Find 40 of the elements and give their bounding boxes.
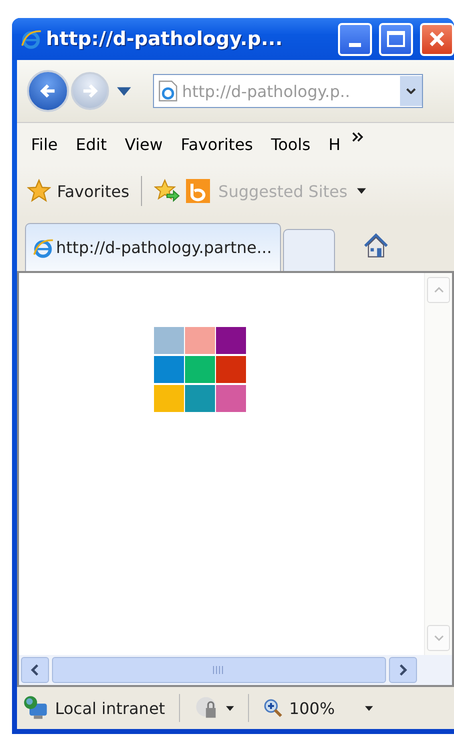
menu-item[interactable]: View bbox=[124, 134, 163, 154]
menu-item[interactable]: Tools bbox=[271, 134, 310, 154]
browser-tab[interactable]: http://d-pathology.partne... bbox=[25, 223, 281, 271]
browser-logo-icon bbox=[20, 28, 42, 50]
menu-item[interactable]: Edit bbox=[76, 134, 107, 154]
caret-icon[interactable] bbox=[226, 706, 234, 710]
minimize-button[interactable] bbox=[338, 22, 372, 56]
chevron-down-icon bbox=[406, 88, 416, 94]
chevron-down-icon bbox=[434, 635, 444, 641]
caret-icon[interactable] bbox=[357, 188, 366, 194]
security-zone-label: Local intranet bbox=[55, 698, 166, 718]
caret-icon[interactable] bbox=[117, 86, 131, 96]
menu-item[interactable]: Favorites bbox=[180, 134, 254, 154]
network-computer-icon bbox=[23, 695, 49, 721]
back-button[interactable] bbox=[27, 70, 69, 112]
star-icon bbox=[27, 179, 51, 203]
scroll-left-button[interactable] bbox=[21, 657, 49, 683]
zoom-icon[interactable] bbox=[263, 698, 284, 718]
horizontal-scrollbar[interactable] bbox=[19, 655, 452, 685]
site-logo-icon bbox=[186, 179, 210, 203]
browser-logo-icon bbox=[32, 236, 54, 258]
window-title: http://d-pathology.p... bbox=[46, 28, 284, 50]
zoom-level[interactable]: 100% bbox=[289, 698, 335, 718]
chevron-left-icon bbox=[31, 664, 39, 676]
page-icon bbox=[158, 80, 178, 102]
home-icon[interactable] bbox=[362, 233, 389, 259]
dropdown-button[interactable] bbox=[400, 76, 422, 106]
add-favorite-icon[interactable] bbox=[154, 179, 180, 203]
favorites-button[interactable]: Favorites bbox=[27, 179, 130, 203]
scroll-thumb[interactable] bbox=[52, 657, 386, 683]
close-button[interactable] bbox=[420, 22, 454, 56]
menu-item[interactable]: File bbox=[31, 134, 58, 154]
maximize-button[interactable] bbox=[379, 22, 413, 56]
chevron-right-icon bbox=[399, 664, 407, 676]
chevron-up-icon bbox=[434, 287, 444, 293]
scroll-right-button[interactable] bbox=[389, 657, 417, 683]
chevron-icon[interactable] bbox=[352, 132, 364, 142]
menu-item[interactable]: H bbox=[328, 134, 340, 154]
close-icon bbox=[427, 29, 447, 49]
caret-icon[interactable] bbox=[364, 706, 373, 710]
